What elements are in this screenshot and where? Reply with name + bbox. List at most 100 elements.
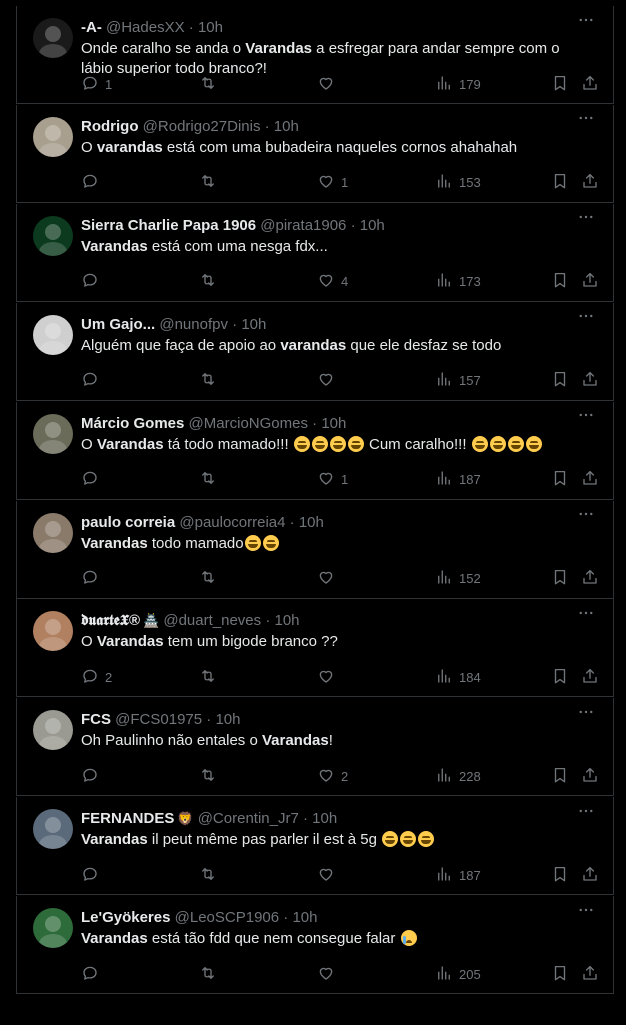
bookmark-button[interactable]: [551, 366, 569, 396]
more-options-button[interactable]: [577, 6, 597, 36]
views-button[interactable]: 228: [435, 761, 481, 791]
bookmark-button[interactable]: [551, 761, 569, 791]
reply-button[interactable]: [81, 564, 105, 594]
more-options-button[interactable]: [577, 303, 597, 333]
author-name[interactable]: Márcio Gomes: [81, 415, 184, 432]
views-button[interactable]: 179: [435, 69, 481, 99]
avatar[interactable]: [33, 710, 73, 751]
reply-button[interactable]: [81, 860, 105, 890]
share-button[interactable]: [581, 662, 599, 692]
timestamp[interactable]: 10h: [274, 118, 299, 135]
timestamp[interactable]: 10h: [360, 217, 385, 234]
retweet-button[interactable]: [199, 366, 223, 396]
more-options-button[interactable]: [577, 105, 597, 135]
author-name[interactable]: Le'Gyökeres: [81, 909, 170, 926]
tweet-item[interactable]: Le'Gyökeres @LeoSCP1906 · 10h Varandas e…: [16, 896, 614, 995]
bookmark-button[interactable]: [551, 69, 569, 99]
timestamp[interactable]: 10h: [215, 711, 240, 728]
timestamp[interactable]: 10h: [275, 612, 300, 629]
like-button[interactable]: 1: [317, 168, 348, 198]
more-options-button[interactable]: [577, 797, 597, 827]
views-button[interactable]: 187: [435, 465, 481, 495]
avatar[interactable]: [33, 908, 73, 949]
views-button[interactable]: 157: [435, 366, 481, 396]
retweet-button[interactable]: [199, 465, 223, 495]
bookmark-button[interactable]: [551, 564, 569, 594]
like-button[interactable]: [317, 564, 341, 594]
author-handle[interactable]: @paulocorreia4: [179, 514, 285, 531]
more-options-button[interactable]: [577, 698, 597, 728]
tweet-item[interactable]: 𝖉𝖚𝖆𝖗𝖙𝖊𝖃® 🏯 @duart_neves · 10h O Varandas …: [16, 599, 614, 698]
like-button[interactable]: 2: [317, 761, 348, 791]
like-button[interactable]: 1: [317, 465, 348, 495]
reply-button[interactable]: [81, 168, 105, 198]
author-handle[interactable]: @pirata1906: [260, 217, 346, 234]
retweet-button[interactable]: [199, 168, 223, 198]
views-button[interactable]: 153: [435, 168, 481, 198]
share-button[interactable]: [581, 168, 599, 198]
author-handle[interactable]: @duart_neves: [163, 612, 261, 629]
avatar[interactable]: [33, 809, 73, 850]
like-button[interactable]: [317, 366, 341, 396]
reply-button[interactable]: [81, 465, 105, 495]
timestamp[interactable]: 10h: [292, 909, 317, 926]
author-handle[interactable]: @HadesXX: [106, 19, 185, 36]
author-name[interactable]: Rodrigo: [81, 118, 139, 135]
author-name[interactable]: FERNANDES: [81, 810, 174, 827]
like-button[interactable]: [317, 69, 341, 99]
views-button[interactable]: 187: [435, 860, 481, 890]
timestamp[interactable]: 10h: [198, 19, 223, 36]
bookmark-button[interactable]: [551, 168, 569, 198]
author-handle[interactable]: @FCS01975: [115, 711, 202, 728]
tweet-item[interactable]: Rodrigo @Rodrigo27Dinis · 10h O varandas…: [16, 104, 614, 203]
share-button[interactable]: [581, 860, 599, 890]
avatar[interactable]: [33, 611, 73, 652]
share-button[interactable]: [581, 267, 599, 297]
author-handle[interactable]: @Rodrigo27Dinis: [143, 118, 261, 135]
share-button[interactable]: [581, 761, 599, 791]
bookmark-button[interactable]: [551, 959, 569, 989]
like-button[interactable]: [317, 860, 341, 890]
views-button[interactable]: 173: [435, 267, 481, 297]
tweet-item[interactable]: -A- @HadesXX · 10h Onde caralho se anda …: [16, 6, 614, 104]
author-handle[interactable]: @MarcioNGomes: [189, 415, 308, 432]
avatar[interactable]: [33, 314, 73, 355]
reply-button[interactable]: 2: [81, 662, 112, 692]
more-options-button[interactable]: [577, 501, 597, 531]
like-button[interactable]: 4: [317, 267, 348, 297]
retweet-button[interactable]: [199, 564, 223, 594]
timestamp[interactable]: 10h: [241, 316, 266, 333]
reply-button[interactable]: [81, 267, 105, 297]
timestamp[interactable]: 10h: [299, 514, 324, 531]
tweet-item[interactable]: Um Gajo... @nunofpv · 10h Alguém que faç…: [16, 302, 614, 401]
bookmark-button[interactable]: [551, 860, 569, 890]
views-button[interactable]: 205: [435, 959, 481, 989]
share-button[interactable]: [581, 465, 599, 495]
share-button[interactable]: [581, 959, 599, 989]
retweet-button[interactable]: [199, 267, 223, 297]
tweet-item[interactable]: paulo correia @paulocorreia4 · 10h Varan…: [16, 500, 614, 599]
avatar[interactable]: [33, 116, 73, 157]
reply-button[interactable]: [81, 366, 105, 396]
bookmark-button[interactable]: [551, 465, 569, 495]
retweet-button[interactable]: [199, 959, 223, 989]
more-options-button[interactable]: [577, 402, 597, 432]
share-button[interactable]: [581, 366, 599, 396]
more-options-button[interactable]: [577, 204, 597, 234]
like-button[interactable]: [317, 662, 341, 692]
avatar[interactable]: [33, 413, 73, 454]
reply-button[interactable]: 1: [81, 69, 112, 99]
avatar[interactable]: [33, 18, 73, 58]
avatar[interactable]: [33, 215, 73, 256]
reply-button[interactable]: [81, 959, 105, 989]
tweet-item[interactable]: Márcio Gomes @MarcioNGomes · 10h O Varan…: [16, 401, 614, 500]
more-options-button[interactable]: [577, 896, 597, 926]
author-name[interactable]: Sierra Charlie Papa 1906: [81, 217, 256, 234]
timestamp[interactable]: 10h: [321, 415, 346, 432]
author-name[interactable]: Um Gajo...: [81, 316, 155, 333]
share-button[interactable]: [581, 564, 599, 594]
tweet-item[interactable]: FCS @FCS01975 · 10h Oh Paulinho não enta…: [16, 698, 614, 797]
bookmark-button[interactable]: [551, 662, 569, 692]
author-handle[interactable]: @Corentin_Jr7: [198, 810, 299, 827]
author-name[interactable]: FCS: [81, 711, 111, 728]
